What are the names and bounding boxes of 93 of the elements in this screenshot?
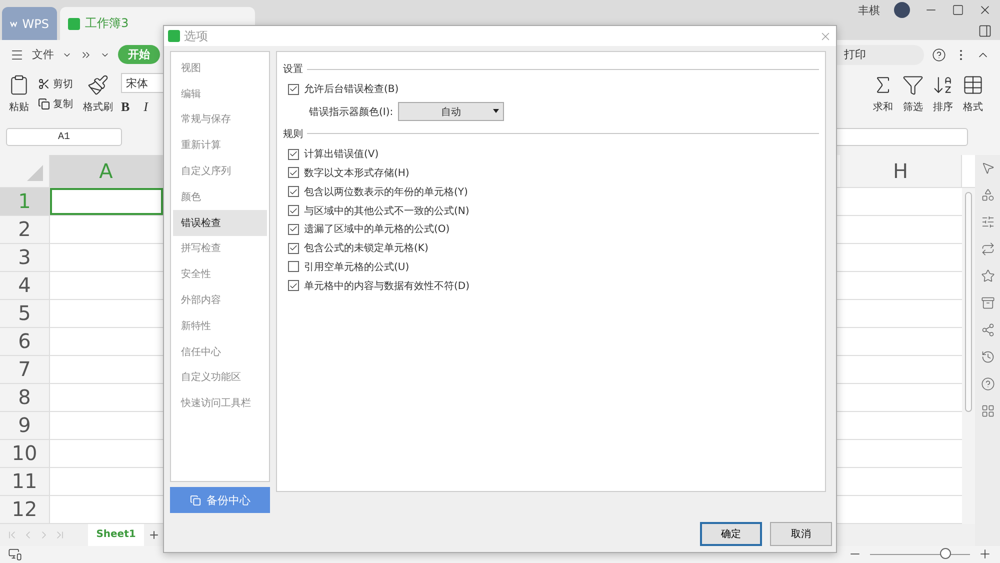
category-item[interactable]: 自定义功能区 xyxy=(173,364,267,390)
help-icon[interactable] xyxy=(932,48,946,62)
row-header[interactable]: 11 xyxy=(0,468,50,495)
help-icon[interactable] xyxy=(980,376,994,391)
category-item[interactable]: 信任中心 xyxy=(173,338,267,365)
cancel-button[interactable]: 取消 xyxy=(770,522,832,546)
share-icon[interactable] xyxy=(980,322,994,337)
history-icon[interactable] xyxy=(980,350,994,364)
add-sheet-icon[interactable] xyxy=(148,528,160,541)
checkbox[interactable] xyxy=(288,84,299,95)
avatar[interactable] xyxy=(894,2,910,18)
category-item[interactable]: 新特性 xyxy=(173,312,267,339)
maximize-icon[interactable] xyxy=(952,4,964,16)
checkbox-label: 引用空单元格的公式(U) xyxy=(304,260,410,274)
checkbox-label: 与区域中的其他公式不一致的公式(N) xyxy=(304,204,470,218)
table-icon xyxy=(962,74,984,96)
device-icon[interactable] xyxy=(8,547,22,562)
checkbox-label: 计算出错误值(V) xyxy=(304,148,379,162)
checkbox[interactable] xyxy=(288,280,299,292)
checkbox[interactable] xyxy=(288,148,299,160)
section-heading: 设置 xyxy=(283,62,303,76)
close-icon[interactable] xyxy=(978,3,992,17)
category-item[interactable]: 重新计算 xyxy=(173,132,267,158)
checkbox-label: 数字以文本形式存储(H) xyxy=(304,166,410,180)
checkbox[interactable] xyxy=(288,205,299,216)
row-header[interactable]: 3 xyxy=(0,244,50,271)
category-item[interactable]: 颜色 xyxy=(173,184,267,210)
row-header[interactable]: 10 xyxy=(0,440,50,467)
row-header[interactable]: 4 xyxy=(0,272,50,299)
repeat-icon[interactable] xyxy=(980,242,994,256)
app-logo-icon xyxy=(168,30,180,42)
checkbox-label: 单元格中的内容与数据有效性不符(D) xyxy=(304,280,470,293)
row-header[interactable]: 7 xyxy=(0,356,50,383)
category-item[interactable]: 常规与保存 xyxy=(173,106,267,132)
menu-icon[interactable] xyxy=(10,48,24,62)
user-name: 丰棋 xyxy=(858,2,880,18)
archive-icon[interactable] xyxy=(980,296,994,310)
section-heading: 规则 xyxy=(283,128,303,141)
zoom-thumb[interactable] xyxy=(940,548,951,560)
cut-tool[interactable]: 剪切 xyxy=(38,77,73,92)
category-item[interactable]: 安全性 xyxy=(173,261,267,288)
selected-cell[interactable] xyxy=(50,188,163,215)
function-tool[interactable]: 格式 xyxy=(962,74,984,114)
color-dropdown[interactable]: 自动 xyxy=(398,102,504,122)
checkbox-label: 遗漏了区域中的单元格的公式(O) xyxy=(304,222,450,236)
row-header[interactable]: 12 xyxy=(0,496,50,523)
pointer-icon[interactable] xyxy=(980,160,994,175)
row-header[interactable]: 6 xyxy=(0,328,50,355)
panel-icon[interactable] xyxy=(978,24,992,38)
copy-icon xyxy=(38,98,50,110)
checkbox[interactable] xyxy=(288,186,299,198)
row-header[interactable]: 8 xyxy=(0,384,50,411)
zoom-in-icon[interactable] xyxy=(978,547,992,562)
star-icon[interactable] xyxy=(980,268,994,283)
function-tool[interactable]: 筛选 xyxy=(902,74,924,114)
file-menu[interactable]: 文件 xyxy=(32,47,54,62)
category-item[interactable]: 错误检查 xyxy=(173,210,267,236)
scissors-icon xyxy=(38,78,50,90)
paintbrush-icon xyxy=(87,74,109,96)
function-tool[interactable]: 排序 xyxy=(932,74,954,114)
format-painter-tool[interactable]: 格式刷 xyxy=(83,74,113,114)
column-header[interactable]: H xyxy=(840,154,962,187)
copy-tool[interactable]: 复制 xyxy=(38,97,73,112)
category-item[interactable]: 快速访问工具栏 xyxy=(173,390,267,416)
sheet-logo-icon xyxy=(68,18,80,30)
bold-button[interactable]: B xyxy=(121,99,130,116)
scrollbar-thumb[interactable] xyxy=(965,192,972,412)
ok-button[interactable]: 确定 xyxy=(700,522,762,546)
apps-icon[interactable] xyxy=(980,404,994,418)
row-header[interactable]: 9 xyxy=(0,412,50,439)
shapes-icon[interactable] xyxy=(980,188,994,202)
checkbox[interactable] xyxy=(288,167,299,178)
name-box[interactable]: A1 xyxy=(6,128,122,146)
category-item[interactable]: 自定义序列 xyxy=(173,158,267,184)
sliders-icon[interactable] xyxy=(980,214,994,229)
clipboard-icon xyxy=(8,74,30,96)
filter-icon xyxy=(902,74,924,96)
function-tool[interactable]: 求和 xyxy=(872,74,894,114)
row-header[interactable]: 2 xyxy=(0,216,50,243)
checkbox[interactable] xyxy=(288,261,299,272)
row-header[interactable]: 5 xyxy=(0,300,50,327)
category-item[interactable]: 外部内容 xyxy=(173,287,267,313)
checkbox-label: 包含公式的未锁定单元格(K) xyxy=(304,242,428,256)
category-item[interactable]: 拼写检查 xyxy=(173,236,267,262)
checkbox[interactable] xyxy=(288,224,299,235)
copy-icon xyxy=(190,494,200,506)
sheet-tab[interactable]: Sheet1 xyxy=(88,524,144,546)
checkbox[interactable] xyxy=(288,242,299,254)
field-label: 错误指示器颜色(I): xyxy=(309,106,394,119)
paste-tool[interactable]: 粘贴 xyxy=(8,74,30,114)
checkbox-label: 包含以两位数表示的年份的单元格(Y) xyxy=(304,186,468,199)
italic-button[interactable]: I xyxy=(144,99,148,116)
checkbox-label: 允许后台错误检查(B) xyxy=(304,82,399,96)
